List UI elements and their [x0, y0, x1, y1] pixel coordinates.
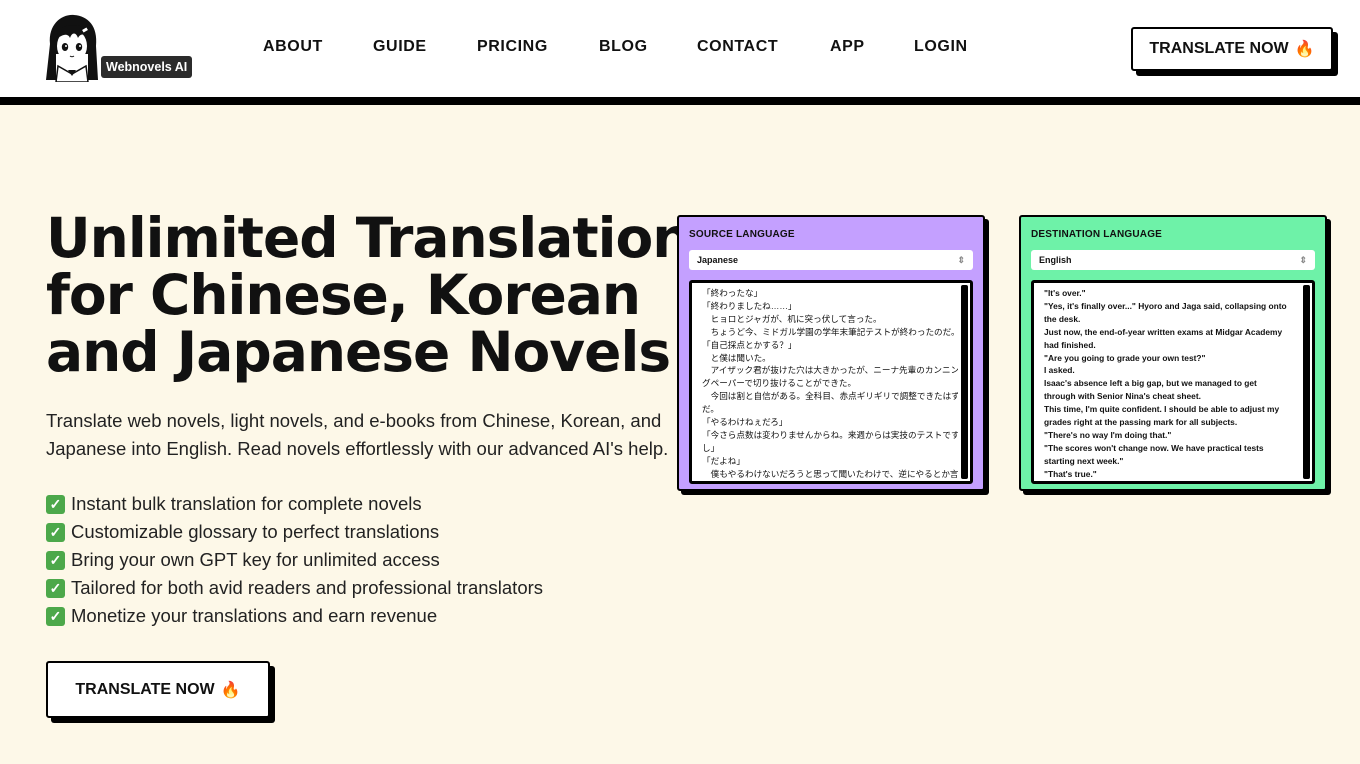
- text-line: the desk.: [1044, 313, 1081, 324]
- text-line: Just now, the end-of-year written exams …: [1044, 326, 1283, 337]
- text-line: through with Senior Nina's cheat sheet.: [1044, 391, 1201, 402]
- hero-title-highlight: Unlimited: [46, 206, 339, 270]
- checkmark-icon: ✓: [46, 606, 65, 626]
- text-line: だ。: [702, 404, 719, 415]
- checkmark-icon: ✓: [46, 494, 65, 514]
- text-line: し」: [702, 442, 720, 453]
- scrollbar[interactable]: [1303, 285, 1310, 479]
- destination-language-label: DESTINATION LANGUAGE: [1031, 229, 1163, 240]
- hero-title-line-1: Unlimited Translation: [46, 206, 691, 270]
- text-line: 「だよね」: [702, 455, 745, 466]
- text-line: グペーパーで切り抜けることができた。: [702, 378, 857, 389]
- nav-about[interactable]: ABOUT: [263, 38, 323, 56]
- nav-pricing[interactable]: PRICING: [477, 38, 548, 56]
- scrollbar[interactable]: [961, 285, 968, 479]
- text-line: ヒョロとジャガが、机に突っ伏して言った。: [702, 313, 882, 324]
- hero-translate-now-button[interactable]: TRANSLATE NOW 🔥: [46, 661, 270, 718]
- feature-item: ✓ Customizable glossary to perfect transl…: [46, 518, 543, 546]
- destination-language-value: English: [1039, 255, 1072, 265]
- text-line: 「自己採点とかする？」: [702, 339, 797, 350]
- text-line: 「終わりましたね……」: [702, 300, 797, 311]
- checkmark-icon: ✓: [46, 550, 65, 570]
- feature-text: Tailored for both avid readers and profe…: [71, 577, 544, 598]
- text-line: "Yes, it's finally over..." Hyoro and Ja…: [1044, 300, 1287, 311]
- text-line: と僕は聞いた。: [702, 352, 771, 363]
- text-line: This time, I'm quite confident. I should…: [1044, 404, 1280, 415]
- text-line: grades right at the passing mark for all…: [1044, 417, 1238, 428]
- text-line: "There's no way I'm doing that.": [1044, 429, 1172, 440]
- text-line: "Are you going to grade your own test?": [1044, 352, 1206, 363]
- source-language-select[interactable]: Japanese ⇕: [689, 250, 973, 270]
- destination-language-select[interactable]: English ⇕: [1031, 250, 1315, 270]
- header-translate-now-button[interactable]: TRANSLATE NOW 🔥: [1131, 27, 1333, 71]
- nav-contact[interactable]: CONTACT: [697, 38, 778, 56]
- text-line: 「今さら点数は変わりませんからね。来週からは実技のテストです: [702, 429, 958, 440]
- feature-item: ✓ Bring your own GPT key for unlimited ac…: [46, 546, 543, 574]
- destination-text-area[interactable]: "It's over." "Yes, it's finally over..." …: [1031, 280, 1315, 484]
- hero-description: Translate web novels, light novels, and …: [46, 410, 669, 459]
- feature-item: ✓ Tailored for both avid readers and prof…: [46, 574, 543, 602]
- destination-language-panel: DESTINATION LANGUAGE English ⇕ "It's ove…: [1019, 215, 1327, 491]
- hero-title: Unlimited Translation for Chinese, Korea…: [46, 206, 691, 384]
- source-language-value: Japanese: [697, 255, 739, 265]
- feature-text: Bring your own GPT key for unlimited acc…: [71, 549, 440, 570]
- chevron-updown-icon: ⇕: [1299, 254, 1307, 265]
- text-line: Isaac's absence left a big gap, but we m…: [1044, 378, 1257, 389]
- source-text-area[interactable]: 「終わったな」 「終わりましたね……」 ヒョロとジャガが、机に突っ伏して言った。 …: [689, 280, 973, 484]
- brand-name: Webnovels AI: [101, 56, 193, 78]
- checkmark-icon: ✓: [46, 522, 65, 542]
- feature-text: Instant bulk translation for complete no…: [71, 493, 422, 514]
- chevron-updown-icon: ⇕: [957, 254, 965, 265]
- hero-title-line-2: for Chinese, Korean: [46, 263, 641, 327]
- text-line: ちょうど今、ミドガル学園の学年末筆記テストが終わったのだ。: [702, 326, 958, 337]
- text-line: 僕もやるわけないだろうと思って聞いたわけで、逆にやるとか言: [702, 468, 958, 479]
- text-line: 今回は割と自信がある。全科目、赤点ギリギリで調整できたはず: [702, 391, 958, 402]
- site-header: Webnovels AI ABOUT GUIDE PRICING BLOG CO…: [0, 0, 1360, 98]
- nav-guide[interactable]: GUIDE: [373, 38, 427, 56]
- nav-blog[interactable]: BLOG: [599, 38, 648, 56]
- text-line: アイザック君が抜けた穴は大きかったが、ニーナ先輩のカンニン: [702, 365, 958, 376]
- header-translate-now-label: TRANSLATE NOW: [1149, 40, 1289, 57]
- text-line: "The scores won't change now. We have pr…: [1044, 442, 1264, 453]
- source-language-label: SOURCE LANGUAGE: [689, 229, 795, 240]
- brand-logo[interactable]: Webnovels AI: [44, 14, 200, 84]
- feature-list: ✓ Instant bulk translation for complete n…: [46, 490, 543, 630]
- fire-icon: 🔥: [1294, 41, 1315, 58]
- text-line: "That's true.": [1044, 468, 1097, 479]
- feature-text: Customizable glossary to perfect transla…: [71, 521, 440, 542]
- hero-title-line-3: and Japanese Novels: [46, 320, 671, 384]
- hero-translate-now-label: TRANSLATE NOW: [75, 680, 215, 698]
- text-line: I asked.: [1044, 365, 1075, 376]
- fire-icon: 🔥: [220, 681, 241, 699]
- checkmark-icon: ✓: [46, 578, 65, 598]
- text-line: 「やるわけねぇだろ」: [702, 417, 788, 428]
- text-line: had finished.: [1044, 339, 1096, 350]
- text-line: starting next week.": [1044, 455, 1124, 466]
- header-divider: [0, 97, 1360, 105]
- nav-app[interactable]: APP: [830, 38, 865, 56]
- nav-login[interactable]: LOGIN: [914, 38, 968, 56]
- feature-text: Monetize your translations and earn reve…: [71, 605, 438, 626]
- text-line: 「終わったな」: [702, 288, 763, 298]
- hero-title-line-1-rest: Translation: [337, 206, 692, 270]
- source-language-panel: SOURCE LANGUAGE Japanese ⇕ 「終わったな」「終わりまし…: [677, 215, 985, 491]
- text-line: "It's over.": [1044, 288, 1086, 298]
- anime-girl-logo-icon: [46, 14, 98, 82]
- feature-item: ✓ Monetize your translations and earn rev…: [46, 602, 543, 630]
- feature-item: ✓ Instant bulk translation for complete n…: [46, 490, 543, 518]
